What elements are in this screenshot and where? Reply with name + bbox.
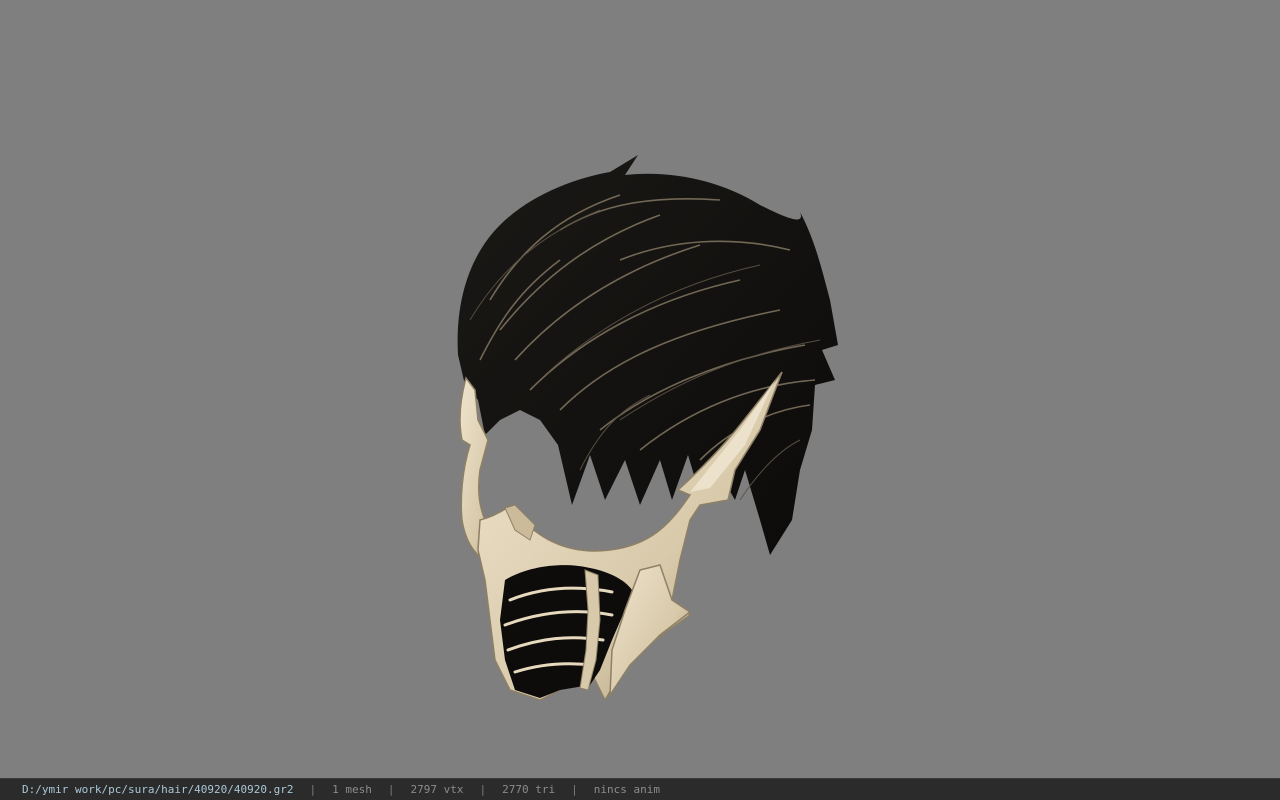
separator: | (309, 783, 317, 796)
animation-status: nincs anim (593, 783, 660, 796)
separator: | (571, 783, 578, 796)
separator: | (387, 783, 395, 796)
vertex-count: 2797 vtx (410, 783, 464, 796)
status-bar: D:/ymir work/pc/sura/hair/40920/40920.gr… (0, 778, 1280, 800)
hair-mesh (457, 155, 838, 555)
mesh-count: 1 mesh (332, 783, 372, 796)
file-path: D:/ymir work/pc/sura/hair/40920/40920.gr… (22, 783, 294, 796)
triangle-count: 2770 tri (502, 783, 556, 796)
hair-with-mask-icon (457, 155, 838, 702)
separator: | (479, 783, 487, 796)
model-viewport[interactable] (0, 0, 1280, 778)
